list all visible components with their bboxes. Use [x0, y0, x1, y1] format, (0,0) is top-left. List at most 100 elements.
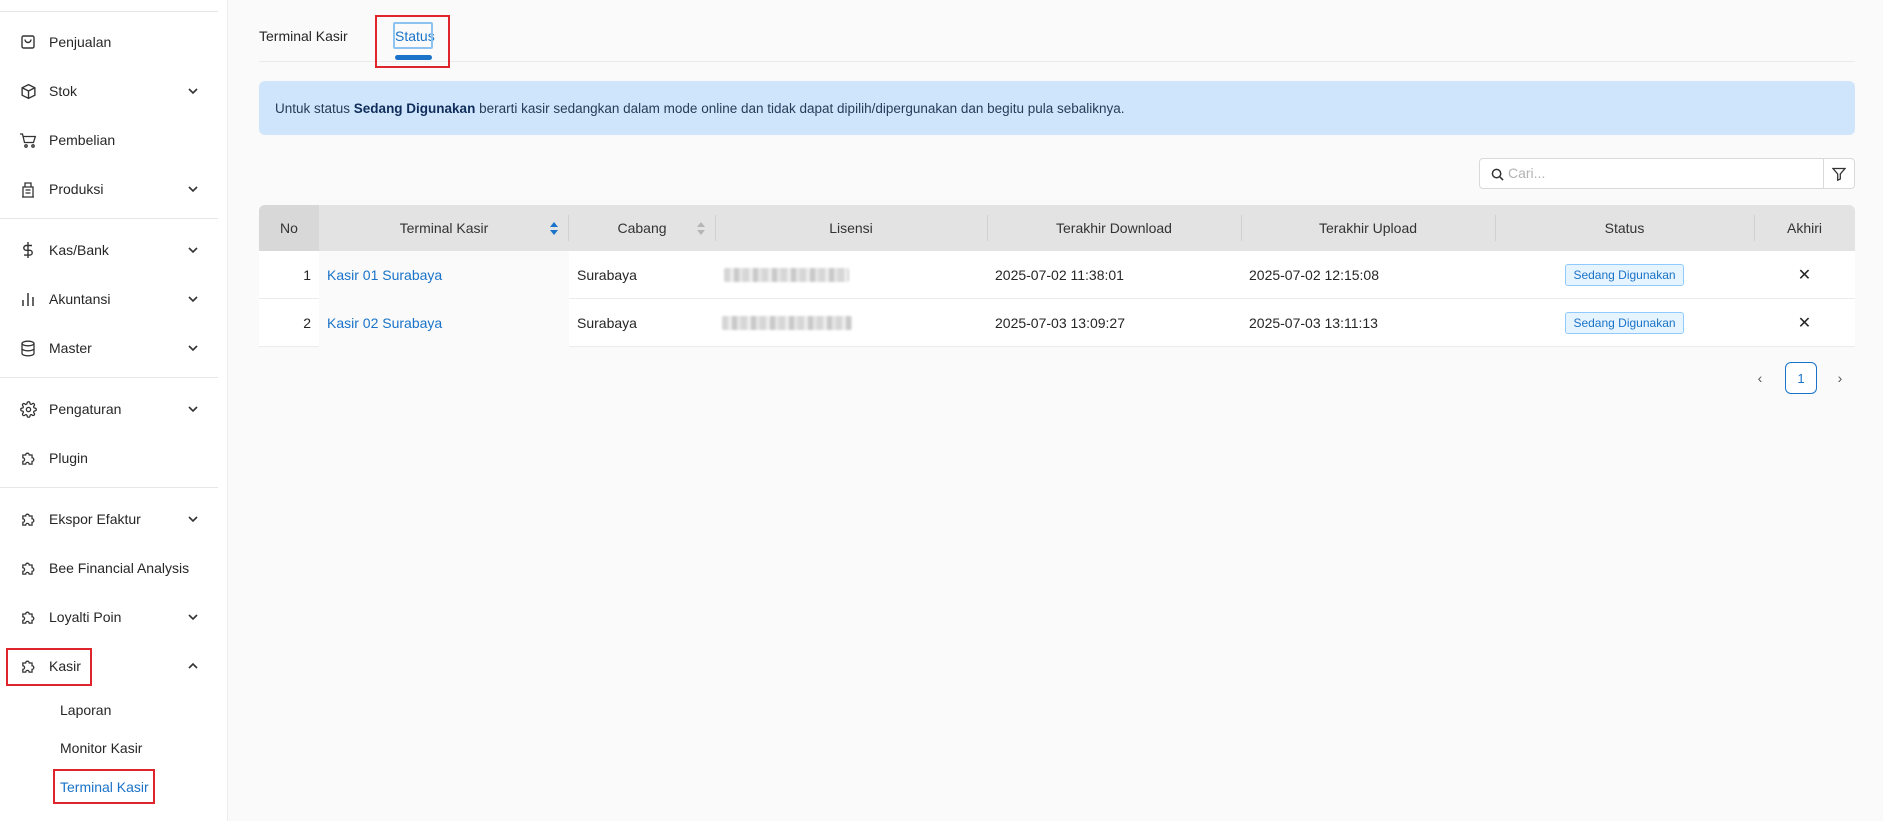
cell-cabang: Surabaya — [577, 315, 637, 331]
shopping-bag-icon — [19, 33, 37, 51]
terminal-status-table: No Terminal Kasir Cabang Lisensi Terakhi… — [259, 205, 1855, 347]
sidebar-item-loyalti-poin[interactable]: Loyalti Poin — [0, 597, 218, 637]
column-header-terakhir-upload: Terakhir Upload — [1318, 220, 1418, 236]
sidebar-item-pengaturan[interactable]: Pengaturan — [0, 389, 218, 429]
cell-lisensi — [724, 251, 984, 299]
chevron-down-icon — [188, 345, 198, 352]
cell-cabang: Surabaya — [577, 267, 637, 283]
sidebar-divider — [0, 487, 218, 488]
puzzle-icon — [19, 510, 37, 528]
gear-icon — [19, 400, 37, 418]
chevron-down-icon — [188, 186, 198, 193]
sidebar-item-penjualan[interactable]: Penjualan — [0, 22, 218, 62]
column-header-status: Status — [1604, 220, 1645, 236]
cart-icon — [19, 131, 37, 149]
cell-terakhir-upload: 2025-07-03 13:11:13 — [1249, 315, 1378, 331]
tab-status-focus-ring — [393, 22, 433, 49]
pagination-next-button[interactable]: › — [1828, 362, 1852, 394]
sidebar-item-label: Akuntansi — [49, 291, 111, 307]
active-tab-indicator — [395, 55, 432, 60]
sidebar-item-label: Ekspor Efaktur — [49, 511, 141, 527]
puzzle-icon — [19, 608, 37, 626]
status-badge: Sedang Digunakan — [1565, 312, 1684, 334]
sidebar-divider — [0, 377, 218, 378]
terminal-link[interactable]: Kasir 01 Surabaya — [327, 267, 442, 283]
table-row: 2 Kasir 02 Surabaya Surabaya 2025-07-03 … — [259, 299, 1855, 347]
sidebar-item-label: Penjualan — [49, 34, 112, 50]
puzzle-icon — [19, 449, 37, 467]
column-header-terakhir-download: Terakhir Download — [1056, 220, 1172, 236]
sidebar-item-label: Kas/Bank — [49, 242, 109, 258]
sidebar-subitem-laporan[interactable]: Laporan — [60, 702, 111, 718]
cell-terakhir-download: 2025-07-02 11:38:01 — [995, 267, 1124, 283]
column-header-akhiri: Akhiri — [1786, 220, 1822, 236]
search-box — [1479, 158, 1824, 189]
cell-akhiri: ✕ — [1754, 299, 1855, 347]
database-icon — [19, 339, 37, 357]
column-header-no: No — [259, 205, 319, 251]
sidebar-item-label: Stok — [49, 83, 78, 99]
sidebar-item-kasir[interactable]: Kasir — [0, 646, 218, 686]
cell-status: Sedang Digunakan — [1495, 251, 1754, 299]
cell-no: 2 — [303, 315, 311, 331]
alert-suffix: berarti kasir sedangkan dalam mode onlin… — [475, 100, 1125, 116]
sidebar: Penjualan Stok Pembelian Produksi Kas/Ba… — [0, 0, 228, 821]
cell-status: Sedang Digunakan — [1495, 299, 1754, 347]
status-badge: Sedang Digunakan — [1565, 264, 1684, 286]
sidebar-subitem-terminal-kasir[interactable]: Terminal Kasir — [60, 779, 149, 795]
sidebar-item-pembelian[interactable]: Pembelian — [0, 120, 218, 160]
close-icon[interactable]: ✕ — [1798, 265, 1811, 285]
app-root: Penjualan Stok Pembelian Produksi Kas/Ba… — [0, 0, 1883, 821]
column-header-lisensi: Lisensi — [829, 220, 873, 236]
sidebar-item-master[interactable]: Master — [0, 328, 218, 368]
bar-chart-icon — [19, 290, 37, 308]
sidebar-item-label: Pembelian — [49, 132, 116, 148]
sidebar-item-kas-bank[interactable]: Kas/Bank — [0, 230, 218, 270]
cell-terakhir-download: 2025-07-03 13:09:27 — [995, 315, 1125, 331]
puzzle-icon — [19, 559, 37, 577]
sidebar-item-plugin[interactable]: Plugin — [0, 438, 218, 478]
chevron-down-icon — [188, 406, 198, 413]
cell-lisensi — [722, 299, 982, 347]
cell-terminal-bg: Kasir 02 Surabaya — [319, 299, 569, 347]
chevron-down-icon — [188, 614, 198, 621]
sort-icon[interactable] — [697, 222, 705, 235]
sidebar-item-label: Produksi — [49, 181, 104, 197]
sidebar-item-bee-financial-analysis[interactable]: Bee Financial Analysis — [0, 548, 218, 588]
search-input[interactable] — [1508, 165, 1808, 181]
filter-button[interactable] — [1823, 158, 1855, 189]
pagination-page-current[interactable]: 1 — [1785, 362, 1817, 394]
dollar-icon — [19, 241, 37, 259]
tab-terminal-kasir[interactable]: Terminal Kasir — [259, 28, 348, 44]
chevron-down-icon — [188, 516, 198, 523]
search-icon — [1491, 168, 1504, 181]
sidebar-subitem-monitor-kasir[interactable]: Monitor Kasir — [60, 740, 142, 756]
close-icon[interactable]: ✕ — [1798, 313, 1811, 333]
sidebar-item-label: Pengaturan — [49, 401, 122, 417]
cell-terminal-bg: Kasir 01 Surabaya — [319, 251, 569, 299]
cell-terakhir-upload: 2025-07-02 12:15:08 — [1249, 267, 1379, 283]
cell-no: 1 — [303, 267, 311, 283]
table-row: 1 Kasir 01 Surabaya Surabaya 2025-07-02 … — [259, 251, 1855, 299]
sort-icon-active[interactable] — [550, 222, 558, 235]
sidebar-item-stok[interactable]: Stok — [0, 71, 218, 111]
factory-icon — [19, 180, 37, 198]
sidebar-item-akuntansi[interactable]: Akuntansi — [0, 279, 218, 319]
terminal-link[interactable]: Kasir 02 Surabaya — [327, 315, 442, 331]
filter-icon — [1832, 167, 1846, 181]
chevron-down-icon — [188, 247, 198, 254]
sidebar-item-label: Kasir — [49, 658, 81, 674]
column-header-cabang[interactable]: Cabang — [569, 205, 715, 251]
chevron-down-icon — [188, 296, 198, 303]
alert-prefix: Untuk status — [275, 100, 354, 116]
sidebar-item-label: Plugin — [49, 450, 88, 466]
cell-akhiri: ✕ — [1754, 251, 1855, 299]
puzzle-icon — [19, 657, 37, 675]
redacted-license — [722, 316, 852, 330]
pagination-prev-button[interactable]: ‹ — [1748, 362, 1772, 394]
box-icon — [19, 82, 37, 100]
redacted-license — [724, 268, 849, 282]
sidebar-item-ekspor-efaktur[interactable]: Ekspor Efaktur — [0, 499, 218, 539]
column-header-terminal-kasir[interactable]: Terminal Kasir — [319, 205, 569, 251]
sidebar-item-produksi[interactable]: Produksi — [0, 169, 218, 209]
